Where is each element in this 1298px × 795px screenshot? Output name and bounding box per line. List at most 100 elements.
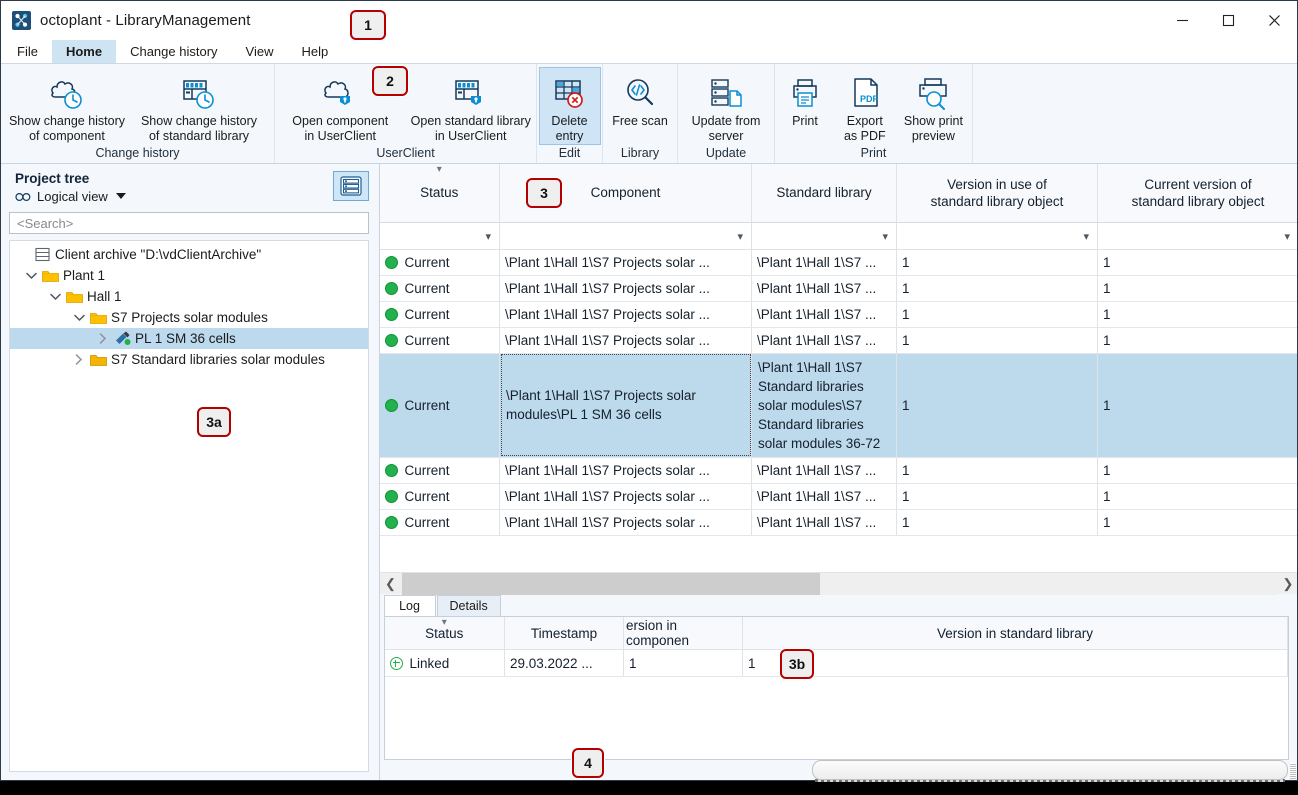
table-row[interactable]: Current \Plant 1\Hall 1\S7 Projects sola… — [379, 327, 1297, 354]
cell-current-version[interactable]: 1 — [1097, 457, 1297, 484]
show-change-history-of-component-button[interactable]: Show change history of component — [1, 67, 133, 145]
cell-current-version[interactable]: 1 — [1097, 509, 1297, 536]
chevron-down-icon[interactable] — [70, 314, 88, 322]
cell-standard-library[interactable]: \Plant 1\Hall 1\S7 ... — [751, 275, 897, 302]
cell-standard-library[interactable]: \Plant 1\Hall 1\S7 ... — [751, 301, 897, 328]
cell-standard-library[interactable]: \Plant 1\Hall 1\S7 ... — [751, 249, 897, 276]
export-as-pdf-button[interactable]: PDF Export as PDF — [835, 67, 895, 145]
tab-home[interactable]: Home — [51, 40, 117, 63]
chevron-right-icon[interactable]: ❯ — [1277, 576, 1297, 592]
table-row-selected[interactable]: Current \Plant 1\Hall 1\S7 Projects sola… — [379, 353, 1297, 458]
cell-version-in-use[interactable]: 1 — [896, 275, 1098, 302]
tab-view[interactable]: View — [232, 40, 288, 63]
project-tree[interactable]: Client archive "D:\vdClientArchive" Plan… — [9, 240, 369, 772]
filter-component[interactable]: ▾ — [499, 222, 752, 250]
cell-current-version[interactable]: 1 — [1097, 249, 1297, 276]
caret-down-icon[interactable] — [115, 193, 126, 200]
grid-horizontal-scrollbar[interactable]: ❮ ❯ — [379, 572, 1297, 595]
cell-component[interactable]: \Plant 1\Hall 1\S7 Projects solar ... — [499, 509, 752, 536]
table-row[interactable]: Current \Plant 1\Hall 1\S7 Projects sola… — [379, 301, 1297, 328]
close-icon[interactable] — [1251, 1, 1297, 40]
cell-component[interactable]: \Plant 1\Hall 1\S7 Projects solar ... — [499, 249, 752, 276]
delete-entry-button[interactable]: Delete entry — [538, 67, 601, 145]
tab-help[interactable]: Help — [287, 40, 342, 63]
table-row[interactable]: Current \Plant 1\Hall 1\S7 Projects sola… — [379, 483, 1297, 510]
table-row[interactable]: Current \Plant 1\Hall 1\S7 Projects sola… — [379, 509, 1297, 536]
tab-log[interactable]: Log — [383, 595, 436, 616]
log-cell-timestamp[interactable]: 29.03.2022 ... — [504, 649, 624, 677]
cell-status[interactable]: Current — [379, 301, 500, 328]
cell-current-version[interactable]: 1 — [1097, 301, 1297, 328]
filter-version-in-use[interactable]: ▾ — [896, 222, 1098, 250]
log-header-timestamp[interactable]: Timestamp — [504, 617, 624, 650]
grid-header-standard-library[interactable]: Standard library — [751, 164, 897, 223]
cell-component[interactable]: \Plant 1\Hall 1\S7 Projects solar module… — [499, 353, 752, 458]
chevron-right-icon[interactable] — [94, 333, 112, 344]
cell-standard-library[interactable]: \Plant 1\Hall 1\S7 ... — [751, 327, 897, 354]
log-header-version-in-standard-library[interactable]: Version in standard library — [742, 617, 1288, 650]
update-from-server-button[interactable]: Update from server — [678, 67, 774, 145]
show-print-preview-button[interactable]: Show print preview — [895, 67, 972, 145]
tree-node-pl-1-sm-36-cells[interactable]: PL 1 SM 36 cells — [10, 328, 368, 349]
cell-status[interactable]: Current — [379, 275, 500, 302]
cell-version-in-use[interactable]: 1 — [896, 353, 1098, 458]
chevron-down-icon[interactable]: ▾ — [485, 231, 491, 243]
chevron-down-icon[interactable]: ▾ — [737, 231, 743, 243]
table-row[interactable]: Current \Plant 1\Hall 1\S7 Projects sola… — [379, 249, 1297, 276]
cell-status[interactable]: Current — [379, 483, 500, 510]
minimize-icon[interactable] — [1159, 1, 1205, 40]
cell-current-version[interactable]: 1 — [1097, 275, 1297, 302]
cell-component[interactable]: \Plant 1\Hall 1\S7 Projects solar ... — [499, 483, 752, 510]
tree-node-hall-1[interactable]: Hall 1 — [10, 286, 368, 307]
chevron-left-icon[interactable]: ❮ — [380, 576, 402, 592]
cell-standard-library[interactable]: \Plant 1\Hall 1\S7 ... — [751, 509, 897, 536]
cell-component[interactable]: \Plant 1\Hall 1\S7 Projects solar ... — [499, 457, 752, 484]
tab-change-history[interactable]: Change history — [116, 40, 231, 63]
cell-version-in-use[interactable]: 1 — [896, 483, 1098, 510]
cell-status[interactable]: Current — [379, 327, 500, 354]
cell-component[interactable]: \Plant 1\Hall 1\S7 Projects solar ... — [499, 327, 752, 354]
cell-standard-library[interactable]: \Plant 1\Hall 1\S7 ... — [751, 483, 897, 510]
chevron-down-icon[interactable] — [46, 293, 64, 301]
cell-version-in-use[interactable]: 1 — [896, 249, 1098, 276]
cell-standard-library[interactable]: \Plant 1\Hall 1\S7 ... — [751, 457, 897, 484]
table-row[interactable]: Current \Plant 1\Hall 1\S7 Projects sola… — [379, 275, 1297, 302]
cell-component[interactable]: \Plant 1\Hall 1\S7 Projects solar ... — [499, 301, 752, 328]
log-cell-status[interactable]: Linked — [384, 649, 505, 677]
log-row[interactable]: Linked 29.03.2022 ... 1 1 — [384, 649, 1288, 677]
filter-current-version[interactable]: ▾ — [1097, 222, 1297, 250]
cell-status[interactable]: Current — [379, 353, 500, 458]
grid-header-current-version[interactable]: Current version of standard library objec… — [1097, 164, 1297, 223]
log-panel[interactable]: ▾ Status Timestamp ersion in componen Ve… — [383, 616, 1289, 760]
cell-current-version[interactable]: 1 — [1097, 327, 1297, 354]
tab-details[interactable]: Details — [436, 595, 501, 616]
cell-version-in-use[interactable]: 1 — [896, 457, 1098, 484]
tree-node-s7-standard-libraries-solar-modules[interactable]: S7 Standard libraries solar modules — [10, 349, 368, 370]
log-cell-version-library[interactable]: 1 — [742, 649, 1288, 677]
tab-file[interactable]: File — [3, 40, 52, 63]
chevron-down-icon[interactable]: ▾ — [1083, 231, 1089, 243]
cell-status[interactable]: Current — [379, 509, 500, 536]
cell-component[interactable]: \Plant 1\Hall 1\S7 Projects solar ... — [499, 275, 752, 302]
log-cell-version-component[interactable]: 1 — [623, 649, 743, 677]
tree-node-s7-projects-solar-modules[interactable]: S7 Projects solar modules — [10, 307, 368, 328]
maximize-icon[interactable] — [1205, 1, 1251, 40]
scrollbar-thumb[interactable] — [401, 572, 820, 595]
list-view-icon[interactable] — [332, 171, 369, 201]
grid-header-status[interactable]: ▾ Status — [379, 164, 500, 223]
project-tree-view-selector[interactable]: Logical view — [15, 189, 126, 204]
cell-standard-library[interactable]: \Plant 1\Hall 1\S7 Standard libraries so… — [751, 353, 897, 458]
tree-node-plant-1[interactable]: Plant 1 — [10, 265, 368, 286]
cell-version-in-use[interactable]: 1 — [896, 327, 1098, 354]
search-input[interactable] — [15, 214, 363, 232]
search-box[interactable] — [9, 212, 369, 234]
cell-current-version[interactable]: 1 — [1097, 353, 1297, 458]
library-grid-container[interactable]: ▾ Status Component Standard library Vers… — [379, 164, 1297, 572]
cell-version-in-use[interactable]: 1 — [896, 301, 1098, 328]
show-change-history-of-standard-library-button[interactable]: Show change history of standard library — [133, 67, 265, 145]
free-scan-button[interactable]: Free scan — [603, 67, 677, 130]
filter-status[interactable]: ▾ — [379, 222, 500, 250]
chevron-down-icon[interactable]: ▾ — [1284, 231, 1290, 243]
log-header-status[interactable]: ▾ Status — [384, 617, 505, 650]
scrollbar-track[interactable] — [401, 572, 1277, 595]
